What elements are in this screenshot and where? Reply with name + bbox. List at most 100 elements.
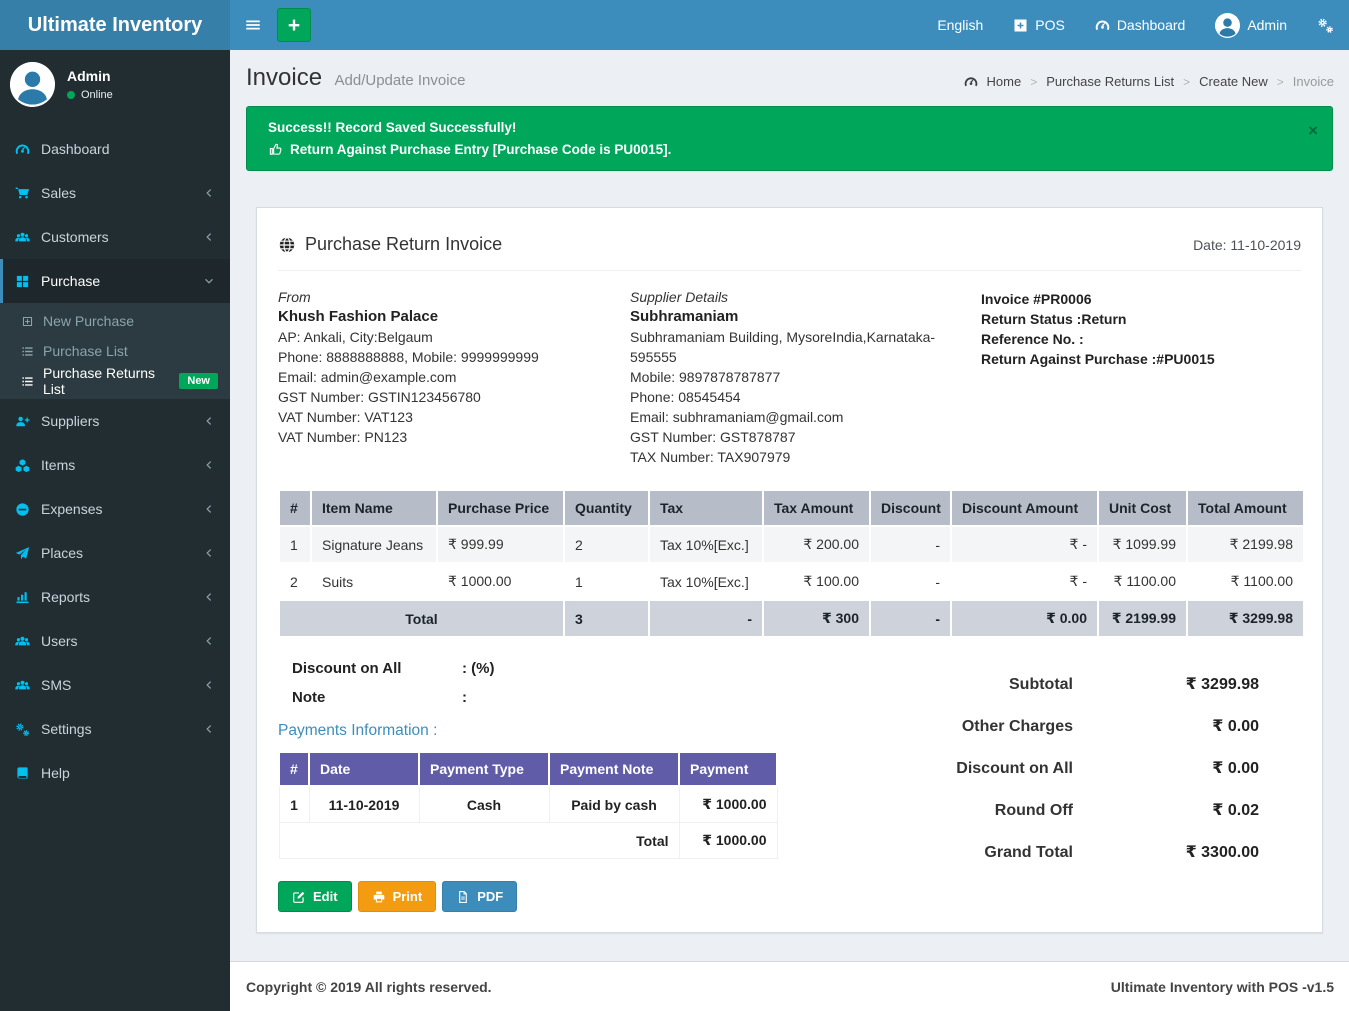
user-plus-icon [15,414,30,429]
user-menu[interactable]: Admin [1200,0,1302,50]
dashboard-label: Dashboard [1117,17,1186,33]
language-label: English [937,17,983,33]
alert-line1: Success!! Record Saved Successfully! [268,118,1292,137]
settings-menu[interactable] [1302,0,1349,50]
page-subtitle: Add/Update Invoice [335,72,466,89]
col-header-purchase-price: Purchase Price [437,490,564,526]
pos-link[interactable]: POS [998,0,1080,50]
version-text: Ultimate Inventory with POS -v1.5 [1111,979,1334,995]
cubes-icon [15,458,30,473]
col-header-item-name: Item Name [311,490,437,526]
from-line: VAT Number: VAT123 [278,407,630,427]
sidebar-item-sms[interactable]: SMS [0,663,230,707]
content-header: Invoice Add/Update Invoice Home > Purcha… [230,50,1349,92]
plus-square-outline-icon [21,315,34,328]
pdf-button[interactable]: PDF [442,881,517,912]
col-header-quantity: Quantity [564,490,649,526]
breadcrumb-home[interactable]: Home [987,74,1022,89]
plus-icon: + [288,15,300,36]
invoice-actions: Edit Print PDF [278,881,798,912]
invoice-card-header: Purchase Return Invoice Date: 11-10-2019 [278,228,1301,271]
app-logo[interactable]: Ultimate Inventory [0,0,230,50]
supplier-heading: Supplier Details [630,289,960,305]
reference-no: Reference No. : [981,329,1301,349]
col-header-tax: Tax [649,490,763,526]
payments-header-row: # Date Payment Type Payment Note Payment [279,752,777,786]
invoice-info-row: From Khush Fashion Palace AP: Ankali, Ci… [278,271,1301,481]
sidebar-item-purchase-returns-list[interactable]: Purchase Returns List New [0,366,230,396]
sidebar-item-dashboard[interactable]: Dashboard [0,127,230,171]
edit-button[interactable]: Edit [278,881,352,912]
invoice-card: Purchase Return Invoice Date: 11-10-2019… [256,207,1323,933]
sidebar-item-sales[interactable]: Sales [0,171,230,215]
chevron-left-icon [203,415,215,427]
gears-icon [1317,17,1334,34]
language-menu[interactable]: English [922,0,998,50]
sidebar-item-customers[interactable]: Customers [0,215,230,259]
quick-add-button[interactable]: + [277,8,311,42]
from-line: Email: admin@example.com [278,367,630,387]
col-header-tax-amount: Tax Amount [763,490,870,526]
payments-total-row: Total ₹ 1000.00 [279,823,777,859]
from-heading: From [278,289,630,305]
sidebar-item-users[interactable]: Users [0,619,230,663]
breadcrumb-purchase-returns-list[interactable]: Purchase Returns List [1046,74,1174,89]
main-content: Invoice Add/Update Invoice Home > Purcha… [230,50,1349,961]
sidebar-user-panel: Admin Online [0,50,230,119]
hamburger-icon [244,16,262,34]
avatar-icon [1215,13,1240,38]
list-icon [21,345,34,358]
alert-close-button[interactable]: × [1308,122,1318,139]
page-title: Invoice [246,64,322,91]
return-status: Return Status :Return [981,309,1301,329]
breadcrumb-separator: > [1277,75,1284,89]
alert-line2: Return Against Purchase Entry [Purchase … [268,140,1292,159]
chevron-left-icon [203,723,215,735]
online-dot-icon [67,91,75,99]
chevron-left-icon [203,459,215,471]
sidebar-item-expenses[interactable]: Expenses [0,487,230,531]
file-pdf-icon [456,890,470,904]
print-button[interactable]: Print [358,881,437,912]
page-footer: Copyright © 2019 All rights reserved. Ul… [230,961,1349,1011]
sidebar-item-help[interactable]: Help [0,751,230,795]
sidebar-item-new-purchase[interactable]: New Purchase [0,306,230,336]
from-line: AP: Ankali, City:Belgaum [278,327,630,347]
sidebar-item-reports[interactable]: Reports [0,575,230,619]
supplier-line: Mobile: 9897878787877 [630,367,960,387]
sidebar-item-items[interactable]: Items [0,443,230,487]
chevron-down-icon [203,275,215,287]
chevron-left-icon [203,547,215,559]
discount-on-all-total-row: Discount on All ₹ 0.00 [798,758,1259,778]
users-icon [15,678,30,693]
sidebar-toggle-button[interactable] [230,0,276,50]
from-line: Phone: 8888888888, Mobile: 9999999999 [278,347,630,367]
discount-on-all-label: Discount on All [292,660,462,677]
supplier-block: Supplier Details Subhramaniam Subhramani… [630,289,960,467]
invoice-items-table: # Item Name Purchase Price Quantity Tax … [278,489,1305,638]
supplier-line: TAX Number: TAX907979 [630,447,960,467]
invoice-meta-block: Invoice #PR0006 Return Status :Return Re… [981,289,1301,467]
sidebar-item-settings[interactable]: Settings [0,707,230,751]
sidebar-menu: Dashboard Sales Customers Purchase New P… [0,127,230,795]
dashboard-link[interactable]: Dashboard [1080,0,1201,50]
sidebar-item-places[interactable]: Places [0,531,230,575]
sidebar-item-suppliers[interactable]: Suppliers [0,399,230,443]
supplier-name: Subhramaniam [630,308,960,325]
tachometer-icon [15,142,30,157]
supplier-line: Email: subhramaniam@gmail.com [630,407,960,427]
sidebar-item-purchase-list[interactable]: Purchase List [0,336,230,366]
breadcrumb-create-new[interactable]: Create New [1199,74,1268,89]
from-block: From Khush Fashion Palace AP: Ankali, Ci… [278,289,630,467]
col-header-index: # [279,490,311,526]
navbar-right: English POS Dashboard Admin [922,0,1349,50]
note-row: Note : [278,689,798,706]
cart-icon [15,186,30,201]
user-name-label: Admin [1247,17,1287,33]
chevron-left-icon [203,679,215,691]
payments-column: Discount on All : (%) Note : Payments In… [278,660,798,912]
sidebar-item-purchase[interactable]: Purchase [0,259,230,303]
sidebar-user-name: Admin [67,68,113,84]
items-table-header-row: # Item Name Purchase Price Quantity Tax … [279,490,1304,526]
from-name: Khush Fashion Palace [278,308,630,325]
